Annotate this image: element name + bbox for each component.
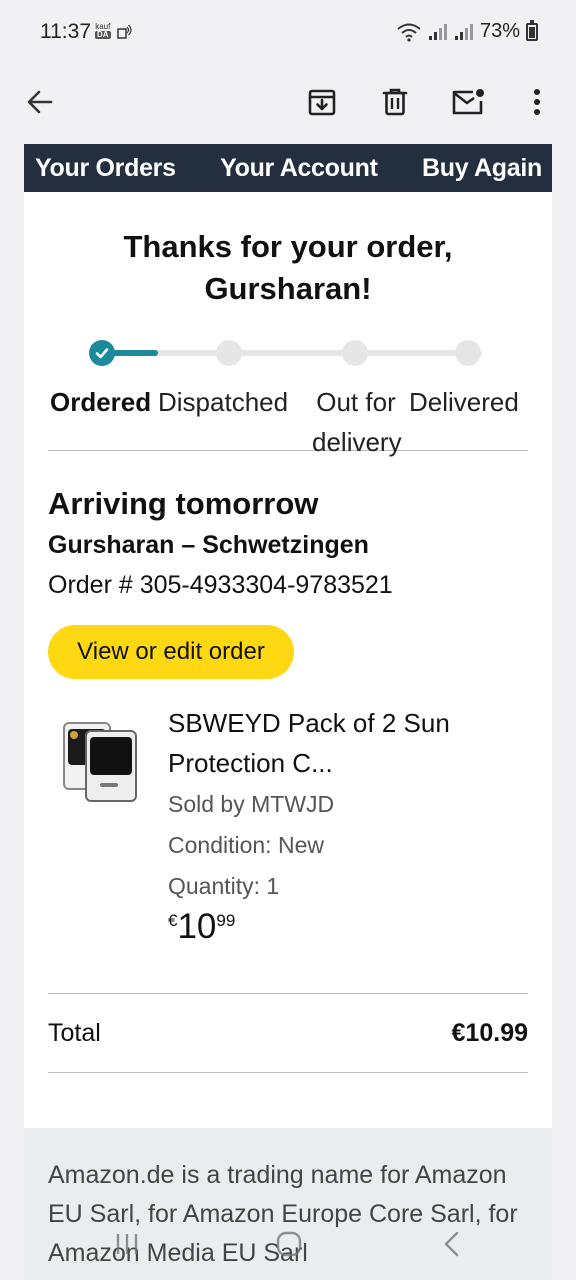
more-options-icon <box>534 89 540 115</box>
delete-button[interactable] <box>369 76 421 128</box>
mark-unread-button[interactable] <box>442 76 494 128</box>
back-button[interactable] <box>14 76 66 128</box>
step-out-for-delivery-label: Out for delivery <box>312 387 402 457</box>
step-delivered-dot <box>455 340 481 366</box>
divider <box>48 450 528 451</box>
order-progress-tracker: Ordered Dispatched Out for delivery Deli… <box>24 310 552 457</box>
email-body: Your Orders Your Account Buy Again Thank… <box>24 144 552 1280</box>
delete-icon <box>382 88 408 116</box>
wifi-icon <box>397 23 421 42</box>
system-back-icon <box>444 1231 459 1257</box>
sold-by: Sold by MTWJD <box>168 791 335 817</box>
signal-icon-2 <box>454 23 473 40</box>
ship-to-address: Gursharan – Schwetzingen <box>48 531 369 559</box>
step-dispatched-label: Dispatched <box>158 387 289 417</box>
email-toolbar <box>0 64 576 144</box>
step-ordered-label: Ordered <box>50 387 152 417</box>
step-ordered-dot <box>89 340 115 366</box>
battery-icon <box>526 19 538 41</box>
status-notification-icons: kauf DA <box>94 22 132 40</box>
system-navigation-bar <box>0 1208 576 1280</box>
home-button[interactable] <box>261 1222 317 1266</box>
arrival-heading: Arriving tomorrow <box>48 486 319 521</box>
view-edit-order-button[interactable]: View or edit order <box>48 625 294 679</box>
step-delivered-label: Delivered <box>409 387 519 417</box>
price-fraction: 99 <box>216 911 236 930</box>
recent-apps-icon <box>116 1234 138 1254</box>
step-out-for-delivery-dot <box>342 340 368 366</box>
total-value: €10.99 <box>451 1018 528 1047</box>
divider <box>48 1072 528 1073</box>
item-condition: Condition: New <box>168 832 324 858</box>
total-label: Total <box>48 1018 101 1047</box>
system-back-button[interactable] <box>424 1222 480 1266</box>
buy-again-link[interactable]: Buy Again <box>422 154 542 183</box>
item-quantity: Quantity: 1 <box>168 873 280 899</box>
mark-unread-icon <box>452 89 484 115</box>
home-icon <box>276 1231 302 1257</box>
thanks-heading: Thanks for your order, Gursharan! <box>24 226 552 310</box>
thanks-line-2: Gursharan! <box>204 271 372 306</box>
back-arrow-icon <box>27 90 53 114</box>
item-price: €1099 <box>168 907 235 947</box>
product-thumbnail[interactable] <box>60 719 146 807</box>
thanks-line-1: Thanks for your order, <box>123 229 453 264</box>
status-time: 11:37 <box>40 20 91 43</box>
battery-percentage: 73% <box>479 20 520 42</box>
progress-track <box>102 350 482 356</box>
nfc-icon <box>116 24 132 39</box>
amazon-nav-strip: Your Orders Your Account Buy Again <box>24 144 552 192</box>
recent-apps-button[interactable] <box>99 1222 155 1266</box>
checkmark-icon <box>95 348 109 359</box>
kaufda-app-icon: kauf DA <box>95 22 111 39</box>
price-currency: € <box>168 911 178 930</box>
signal-icon-1 <box>428 23 447 40</box>
order-number: Order # 305-4933304-9783521 <box>48 571 393 599</box>
status-system-icons: 73% <box>396 19 538 43</box>
status-bar: 11:37 kauf DA 73% <box>0 0 576 64</box>
price-whole: 10 <box>177 907 217 946</box>
your-orders-link[interactable]: Your Orders <box>35 154 176 183</box>
archive-icon <box>308 89 336 116</box>
your-account-link[interactable]: Your Account <box>220 154 378 183</box>
order-item: SBWEYD Pack of 2 Sun Protection C... Sol… <box>24 703 552 993</box>
more-options-button[interactable] <box>511 76 563 128</box>
archive-button[interactable] <box>296 76 348 128</box>
step-dispatched-dot <box>216 340 242 366</box>
product-title[interactable]: SBWEYD Pack of 2 Sun Protection C... <box>168 703 508 783</box>
order-total-row: Total €10.99 <box>48 994 528 1072</box>
